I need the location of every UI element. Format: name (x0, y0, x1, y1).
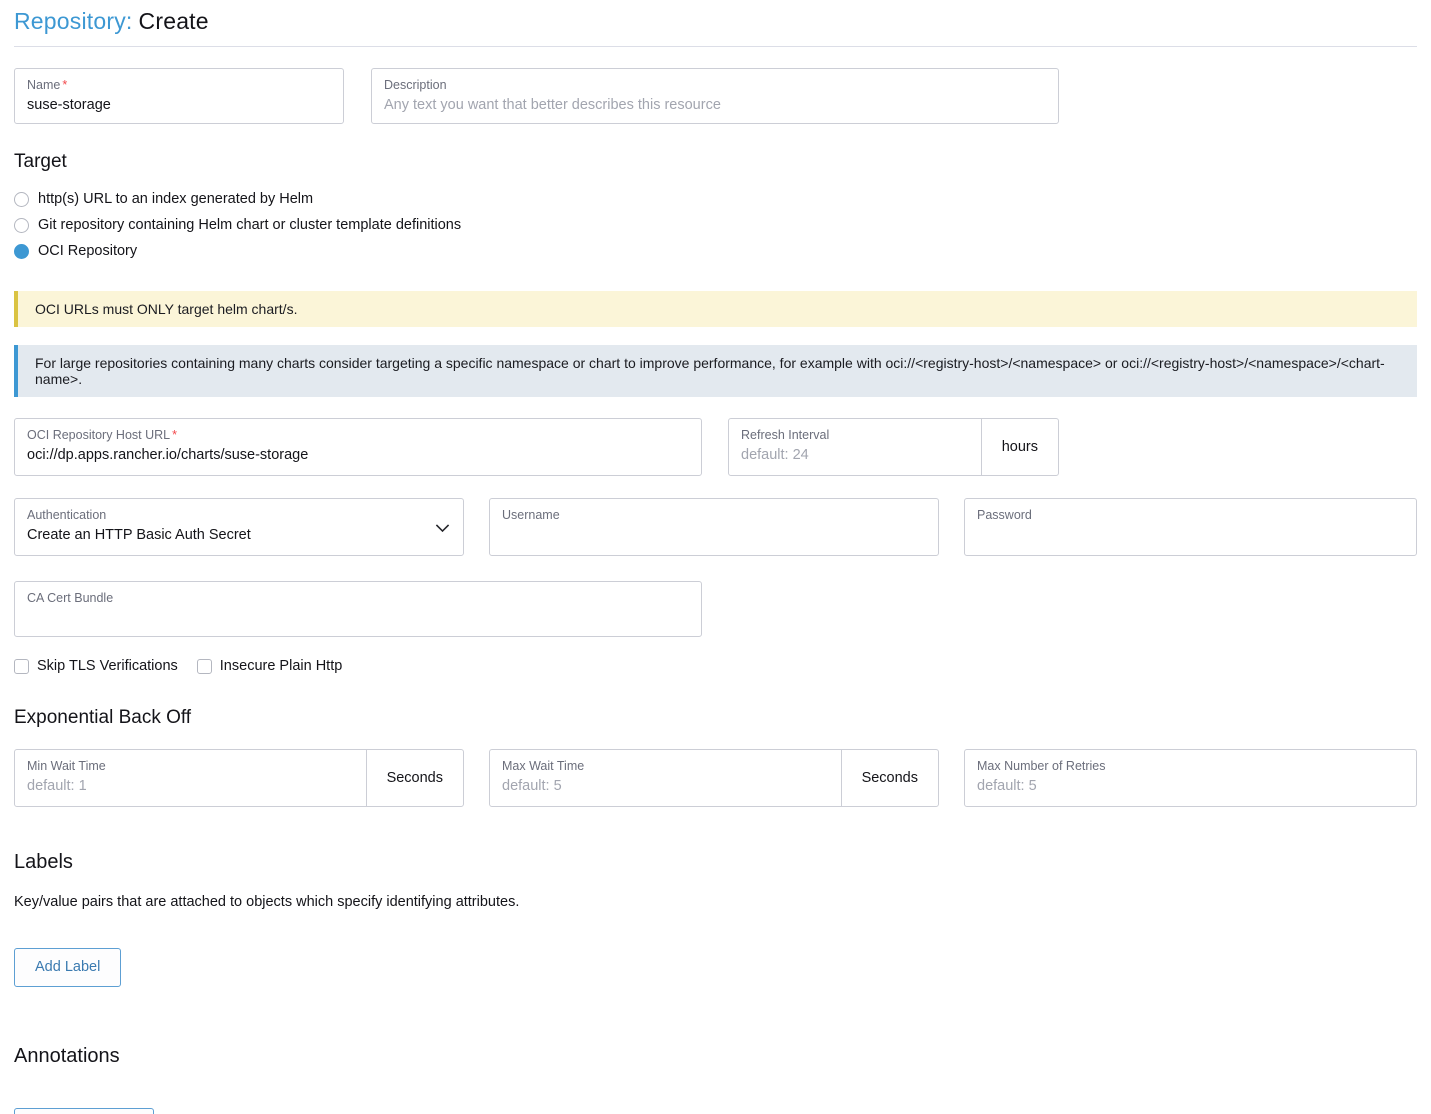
insecure-http-checkbox[interactable]: Insecure Plain Http (197, 658, 343, 674)
refresh-interval-field: Refresh Interval hours (728, 418, 1059, 476)
oci-host-url-label-text: OCI Repository Host URL (27, 428, 170, 442)
min-wait-time-unit: Seconds (366, 750, 463, 806)
radio-git-repository[interactable]: Git repository containing Helm chart or … (14, 212, 461, 238)
description-label: Description (384, 78, 1046, 92)
description-field: Description (371, 68, 1059, 124)
radio-http-index[interactable]: http(s) URL to an index generated by Hel… (14, 186, 313, 212)
radio-icon (14, 244, 29, 259)
info-banner: For large repositories containing many c… (14, 345, 1417, 397)
oci-host-url-inner: OCI Repository Host URL* (15, 419, 701, 473)
username-field-inner: Username (490, 499, 938, 553)
basics-row: Name* Description (14, 68, 1417, 124)
auth-row: Authentication Create an HTTP Basic Auth… (14, 498, 1417, 556)
backoff-heading: Exponential Back Off (14, 707, 1417, 729)
max-retries-inner: Max Number of Retries (965, 750, 1416, 804)
labels-description: Key/value pairs that are attached to obj… (14, 894, 1417, 910)
name-field: Name* (14, 68, 344, 124)
refresh-interval-unit: hours (981, 419, 1058, 475)
radio-icon (14, 218, 29, 233)
min-wait-time-inner: Min Wait Time (15, 750, 366, 806)
authentication-select-inner: Authentication Create an HTTP Basic Auth… (15, 499, 463, 553)
add-label-button[interactable]: Add Label (14, 948, 121, 987)
add-annotation-button[interactable]: Add Annotation (14, 1108, 154, 1114)
target-heading: Target (14, 151, 1417, 173)
authentication-select[interactable]: Authentication Create an HTTP Basic Auth… (14, 498, 464, 556)
min-wait-time-label: Min Wait Time (27, 759, 354, 773)
warning-banner: OCI URLs must ONLY target helm chart/s. (14, 291, 1417, 327)
password-field: Password (964, 498, 1417, 556)
authentication-label: Authentication (27, 508, 451, 522)
tls-options-row: Skip TLS Verifications Insecure Plain Ht… (14, 658, 1417, 674)
oci-row: OCI Repository Host URL* Refresh Interva… (14, 418, 1417, 476)
username-input[interactable] (502, 527, 926, 543)
ca-cert-label: CA Cert Bundle (27, 591, 689, 605)
required-marker: * (62, 78, 67, 92)
skip-tls-label: Skip TLS Verifications (37, 658, 178, 674)
min-wait-time-field: Min Wait Time Seconds (14, 749, 464, 807)
labels-heading: Labels (14, 851, 1417, 874)
oci-host-url-field: OCI Repository Host URL* (14, 418, 702, 476)
max-wait-time-input[interactable] (502, 778, 829, 794)
ca-cert-field: CA Cert Bundle (14, 581, 702, 637)
username-label: Username (502, 508, 926, 522)
info-banner-text: For large repositories containing many c… (35, 355, 1385, 387)
max-wait-time-unit: Seconds (841, 750, 938, 806)
password-field-inner: Password (965, 499, 1416, 553)
oci-host-url-input[interactable] (27, 447, 689, 463)
description-input[interactable] (384, 97, 1046, 113)
radio-label: http(s) URL to an index generated by Hel… (38, 191, 313, 207)
ca-cert-row: CA Cert Bundle (14, 581, 1417, 637)
page-title: Repository:Create (14, 8, 1417, 35)
refresh-interval-label: Refresh Interval (741, 428, 969, 442)
name-label-text: Name (27, 78, 60, 92)
insecure-http-label: Insecure Plain Http (220, 658, 343, 674)
annotations-heading: Annotations (14, 1045, 1417, 1068)
checkbox-icon (14, 659, 29, 674)
resource-type-link[interactable]: Repository: (14, 8, 133, 34)
radio-oci-repository[interactable]: OCI Repository (14, 238, 137, 264)
max-retries-field: Max Number of Retries (964, 749, 1417, 807)
password-label: Password (977, 508, 1404, 522)
target-radio-group: http(s) URL to an index generated by Hel… (14, 186, 1417, 264)
radio-label: OCI Repository (38, 243, 137, 259)
ca-cert-input[interactable] (27, 610, 689, 626)
backoff-row: Min Wait Time Seconds Max Wait Time Seco… (14, 749, 1417, 807)
skip-tls-checkbox[interactable]: Skip TLS Verifications (14, 658, 178, 674)
min-wait-time-input[interactable] (27, 778, 354, 794)
oci-host-url-label: OCI Repository Host URL* (27, 428, 689, 442)
authentication-selected-value: Create an HTTP Basic Auth Secret (27, 527, 451, 543)
name-field-inner: Name* (15, 69, 343, 123)
radio-icon (14, 192, 29, 207)
max-retries-label: Max Number of Retries (977, 759, 1404, 773)
page-action-label: Create (139, 8, 209, 34)
repository-create-page: Repository:Create Name* Description Targ… (0, 0, 1431, 1114)
name-label: Name* (27, 78, 331, 92)
ca-cert-inner: CA Cert Bundle (15, 582, 701, 636)
username-field: Username (489, 498, 939, 556)
page-header: Repository:Create (14, 0, 1417, 47)
max-retries-input[interactable] (977, 778, 1404, 794)
refresh-interval-input[interactable] (741, 447, 969, 463)
description-field-inner: Description (372, 69, 1058, 123)
max-wait-time-field: Max Wait Time Seconds (489, 749, 939, 807)
required-marker: * (172, 428, 177, 442)
password-input[interactable] (977, 527, 1404, 543)
name-input[interactable] (27, 97, 331, 113)
max-wait-time-label: Max Wait Time (502, 759, 829, 773)
checkbox-icon (197, 659, 212, 674)
refresh-interval-inner: Refresh Interval (729, 419, 981, 475)
max-wait-time-inner: Max Wait Time (490, 750, 841, 806)
chevron-down-icon (435, 523, 450, 533)
warning-banner-text: OCI URLs must ONLY target helm chart/s. (35, 301, 297, 317)
radio-label: Git repository containing Helm chart or … (38, 217, 461, 233)
